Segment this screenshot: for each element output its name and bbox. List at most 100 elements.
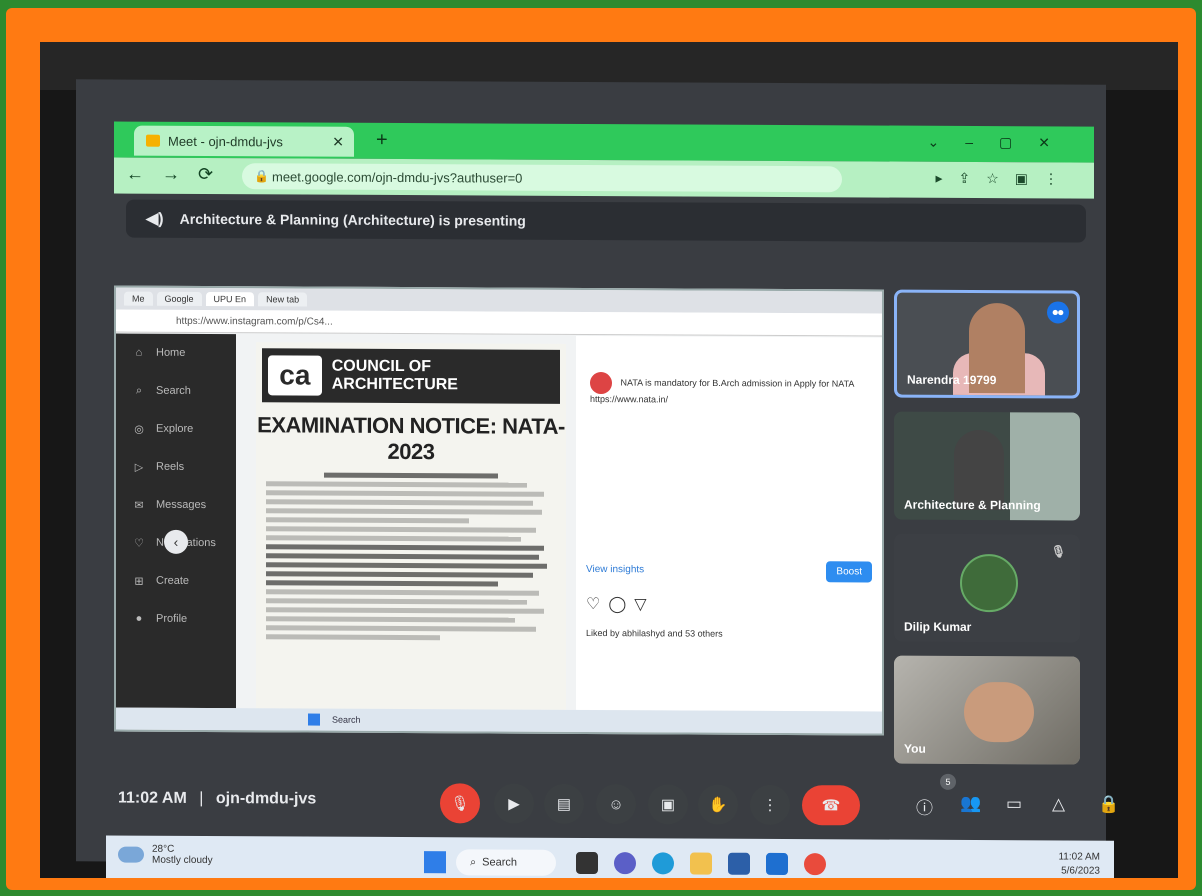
ig-nav-label: Reels [156,460,185,473]
people-count-badge: 5 [940,773,956,790]
end-call-button[interactable]: ☎ [802,785,860,826]
url-field[interactable]: 🔒 meet.google.com/ojn-dmdu-jvs?authuser=… [242,163,842,193]
shared-taskbar: Search [116,707,882,734]
host-controls-icon[interactable]: 🔒 [1098,795,1119,815]
ig-nav-item: ● Profile [116,600,236,639]
more-options-button[interactable]: ⋮ [750,784,790,826]
messages-icon: ✉ [134,499,144,512]
search-icon: ⌕ [135,384,143,397]
participant-name: Narendra 19799 [907,372,997,388]
chat-app-icon[interactable] [614,852,636,875]
close-tab-icon[interactable]: ✕ [332,133,344,150]
shared-tab: New tab [258,292,308,307]
store-icon[interactable] [728,852,750,875]
compass-icon: ◎ [134,423,144,436]
temperature: 28°C [152,843,175,855]
meeting-controls-bar: 11:02 AM | ojn-dmdu-jvs 🎙 ▶ ▤ ☺ ▣ ✋ ⋮ ☎ … [114,773,1119,833]
projected-screen: Meet - ojn-dmdu-jvs ✕ + ⌄–▢✕ ←→⟳ 🔒 meet.… [76,79,1119,878]
people-icon[interactable]: 👥 [960,794,981,814]
doc-notice-title: EXAMINATION NOTICE: NATA-2023 [257,412,565,465]
ig-nav-item: ⊞ Create [116,562,236,601]
participant-name: Dilip Kumar [904,619,972,634]
window-controls[interactable]: ⌄–▢✕ [928,134,1076,152]
raise-hand-button[interactable]: ✋ [698,784,738,825]
edge-icon[interactable] [652,852,674,875]
meeting-info: 11:02 AM | ojn-dmdu-jvs [118,790,316,809]
chat-icon[interactable]: ▭ [1006,794,1022,814]
task-view-icon[interactable] [576,851,598,875]
present-button[interactable]: ▣ [648,784,688,825]
participant-tile[interactable]: ⦁⦁ Narendra 19799 [894,289,1080,399]
participant-tile[interactable]: Architecture & Planning [894,411,1080,521]
shared-tab: Me [124,291,153,306]
ig-nav-label: Explore [156,422,194,435]
windows-start-icon[interactable] [424,851,446,874]
cloud-icon [118,846,144,863]
ig-nav-item: ⌂ Home [116,334,236,373]
shared-screen: Me Google UPU En New tab https://www.ins… [114,285,884,736]
browser-toolbar-icons[interactable]: ▸⇪☆▣⋮ [935,170,1074,188]
nav-buttons[interactable]: ←→⟳ [126,164,231,186]
new-tab-icon[interactable]: + [376,129,388,152]
liked-by-text: Liked by abhilashyd and 53 others [586,627,723,639]
participant-tile[interactable]: 🎙 Dilip Kumar [894,533,1080,643]
chevron-left-icon[interactable]: ‹ [164,529,188,554]
ig-nav-item: ▷ Reels [116,448,236,487]
start-icon [308,713,320,726]
taskbar-search[interactable]: ⌕ Search [456,849,556,876]
notice-document: ca COUNCIL OF ARCHITECTURE EXAMINATION N… [256,342,566,710]
ig-nav-label: Create [156,574,190,587]
participant-video [964,681,1034,743]
doc-body [266,472,556,641]
weather-text: Mostly cloudy [152,854,213,867]
heart-icon: ♡ [134,537,144,550]
clock-time: 11:02 AM [1058,851,1100,863]
avatar [960,553,1018,613]
participant-name: You [904,741,926,756]
participant-tile[interactable]: You [894,655,1080,765]
url-text: meet.google.com/ojn-dmdu-jvs?authuser=0 [272,168,523,186]
reels-icon: ▷ [134,461,144,474]
camera-button[interactable]: ▶ [494,783,534,824]
boost-button[interactable]: Boost [826,561,872,583]
file-explorer-icon[interactable] [690,852,712,875]
browser-tab[interactable]: Meet - ojn-dmdu-jvs ✕ [134,125,354,157]
instagram-post: NATA is mandatory for B.Arch admission i… [576,335,882,712]
shared-tab: UPU En [205,291,255,307]
taskbar-apps [576,851,826,876]
meeting-code: ojn-dmdu-jvs [215,790,317,808]
doc-header: ca COUNCIL OF ARCHITECTURE [262,348,560,404]
post-comment: NATA is mandatory for B.Arch admission i… [590,371,870,405]
activities-icon[interactable]: △ [1052,794,1065,814]
commenter-avatar [590,371,612,395]
system-clock[interactable]: 11:02 AM 5/6/2023 [1058,850,1100,878]
participant-name: Architecture & Planning [904,497,1041,513]
weather-widget[interactable]: 28°C Mostly cloudy [118,844,213,866]
instagram-sidebar: ⌂ Home ⌕ Search ◎ Explore ▷ Reels ✉ Messages … [116,333,236,709]
info-icon[interactable]: ⓘ [916,794,933,819]
search-icon: ⌕ [470,855,477,868]
view-insights-link[interactable]: View insights [586,564,644,575]
ig-nav-label: Messages [156,498,207,511]
post-actions[interactable]: ♡◯▽ [586,594,655,614]
mic-off-button[interactable]: 🎙 [440,783,480,824]
presenter-icon: ◀) [146,210,164,228]
mail-icon[interactable] [766,852,788,876]
shared-tab: Google [156,291,202,306]
ig-nav-item: ✉ Messages [116,486,236,525]
clock-date: 5/6/2023 [1061,865,1100,877]
chrome-icon[interactable] [804,853,826,876]
ig-nav-item: ◎ Explore [116,410,236,449]
emoji-button[interactable]: ☺ [596,784,636,825]
ig-nav-label: Search [156,384,191,397]
shared-url: https://www.instagram.com/p/Cs4... [116,309,882,337]
captions-button[interactable]: ▤ [544,783,584,824]
browser-tabbar: Meet - ojn-dmdu-jvs ✕ + ⌄–▢✕ [114,121,1094,163]
windows-taskbar: 28°C Mostly cloudy ⌕ Search 11:02 AM 5/6… [106,835,1114,878]
create-icon: ⊞ [134,575,144,588]
doc-org-title: COUNCIL OF ARCHITECTURE [331,357,458,394]
coa-logo: ca [268,355,322,396]
presenting-text: Architecture & Planning (Architecture) i… [179,210,526,229]
shared-taskbar-search: Search [332,714,361,725]
home-icon: ⌂ [135,346,143,359]
